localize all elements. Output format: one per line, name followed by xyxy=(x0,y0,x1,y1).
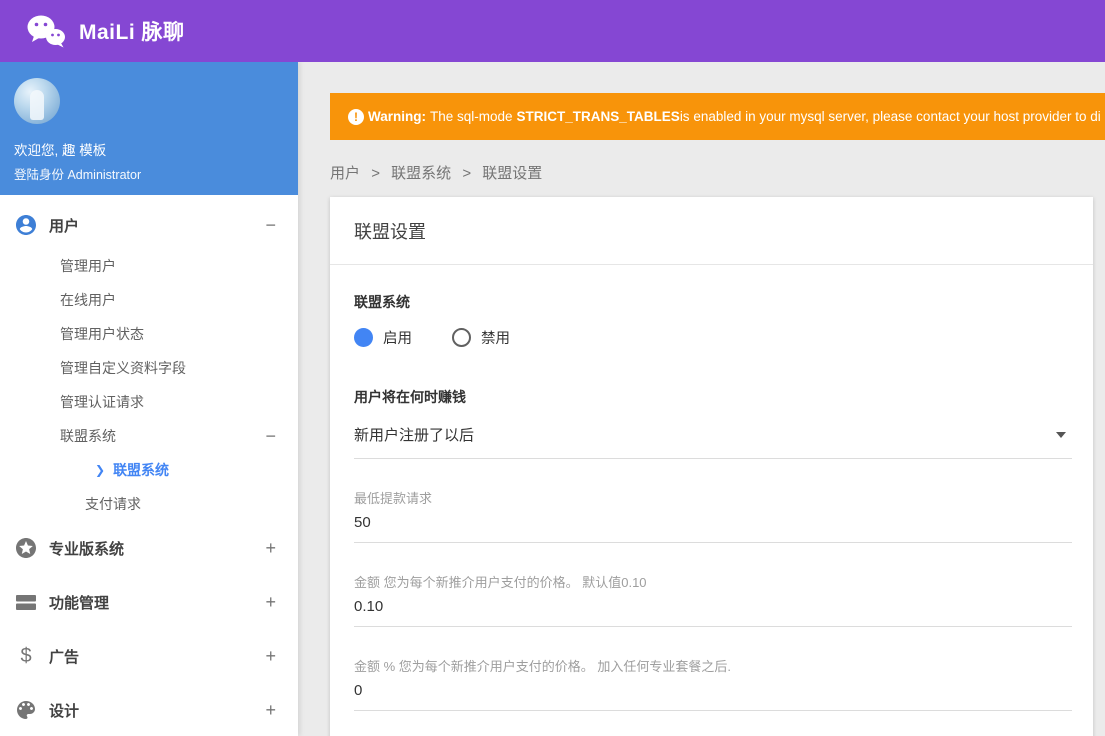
sidebar-item-pro-system[interactable]: 专业版系统 + xyxy=(0,521,298,575)
expand-icon[interactable]: + xyxy=(265,539,276,557)
collapse-icon[interactable]: − xyxy=(265,216,276,234)
radio-enable[interactable]: 启用 xyxy=(354,327,412,348)
amount-label: 金额 您为每个新推介用户支付的价格。 默认值0.10 xyxy=(354,575,647,590)
radio-selected-icon[interactable] xyxy=(354,328,373,347)
sidebar-subitem-label: 管理认证请求 xyxy=(60,394,144,410)
earn-when-label: 用户将在何时赚钱 xyxy=(354,389,466,405)
min-withdraw-label: 最低提款请求 xyxy=(354,491,433,506)
wechat-logo-icon xyxy=(27,15,65,48)
expand-icon[interactable]: + xyxy=(265,593,276,611)
sidebar-subitem-label: 管理用户 xyxy=(60,258,116,274)
app-title: MaiLi 脉聊 xyxy=(79,21,185,44)
avatar xyxy=(14,78,60,124)
sidebar-item-payment-requests[interactable]: 支付请求 xyxy=(0,487,298,521)
expand-icon[interactable]: + xyxy=(265,701,276,719)
breadcrumb: 用户 > 联盟系统 > 联盟设置 xyxy=(330,162,1105,183)
sidebar-item-label: 用户 xyxy=(49,217,80,235)
sidebar-item-custom-fields[interactable]: 管理自定义资料字段 xyxy=(0,351,298,385)
sidebar-item-manage-users[interactable]: 管理用户 xyxy=(0,249,298,283)
amount-pct-input[interactable] xyxy=(354,675,1072,711)
amount-pct-block: 金额 % 您为每个新推介用户支付的价格。 加入任何专业套餐之后. xyxy=(354,656,1072,711)
expand-icon[interactable]: + xyxy=(265,647,276,665)
login-role-text: 登陆身份 Administrator xyxy=(14,168,142,182)
sidebar-item-verification-requests[interactable]: 管理认证请求 xyxy=(0,385,298,419)
sidebar-item-ads[interactable]: $ 广告 + xyxy=(0,629,298,683)
sql-warning-banner: ! Warning: The sql-mode STRICT_TRANS_TAB… xyxy=(330,93,1105,140)
sidebar-item-label: 设计 xyxy=(49,702,80,720)
amount-input[interactable] xyxy=(354,591,1072,627)
dollar-icon: $ xyxy=(20,644,32,667)
breadcrumb-current: 联盟设置 xyxy=(482,165,543,182)
sidebar-subitem-label: 管理自定义资料字段 xyxy=(60,360,186,376)
star-circle-icon xyxy=(14,536,38,560)
amount-pct-label: 金额 % 您为每个新推介用户支付的价格。 加入任何专业套餐之后. xyxy=(354,659,732,674)
earn-when-select[interactable]: 新用户注册了以后 xyxy=(354,424,1072,459)
admin-page: MaiLi 脉聊 欢迎您, 趣 模板 登陆身份 Administrator 用户… xyxy=(0,0,1105,736)
affiliate-settings-card: 联盟设置 联盟系统 启用 禁用 用户将在何时赚钱 新用户注册了以后 最低提款请求… xyxy=(330,197,1093,736)
sidebar: 欢迎您, 趣 模板 登陆身份 Administrator 用户 − 管理用户 在… xyxy=(0,62,298,736)
breadcrumb-users[interactable]: 用户 xyxy=(330,165,360,182)
sidebar-item-label: 功能管理 xyxy=(49,594,110,612)
stacked-bars-icon xyxy=(14,590,38,614)
sidebar-subitem-label: 联盟系统 xyxy=(113,462,170,478)
sidebar-item-user-status[interactable]: 管理用户状态 xyxy=(0,317,298,351)
radio-enable-label: 启用 xyxy=(383,331,412,347)
amount-block: 金额 您为每个新推介用户支付的价格。 默认值0.10 xyxy=(354,572,1072,627)
sidebar-item-affiliate-system-active[interactable]: ❯ 联盟系统 xyxy=(0,453,298,487)
sidebar-item-online-users[interactable]: 在线用户 xyxy=(0,283,298,317)
welcome-text: 欢迎您, 趣 模板 xyxy=(14,143,107,158)
min-withdraw-input[interactable] xyxy=(354,507,1072,543)
palette-icon xyxy=(14,698,38,722)
breadcrumb-separator: > xyxy=(462,165,472,182)
sidebar-menu: 用户 − 管理用户 在线用户 管理用户状态 管理自定义资料字段 管理认证请求 联… xyxy=(0,195,298,736)
sidebar-item-users[interactable]: 用户 − xyxy=(0,201,298,249)
breadcrumb-affiliate-system[interactable]: 联盟系统 xyxy=(391,165,451,182)
warning-text: The sql-mode xyxy=(430,109,513,124)
sidebar-item-feature-management[interactable]: 功能管理 + xyxy=(0,575,298,629)
warning-text: is enabled in your mysql server, please … xyxy=(679,109,1101,124)
sidebar-item-affiliate-group[interactable]: 联盟系统 − xyxy=(0,419,298,453)
warning-icon: ! xyxy=(348,108,364,125)
sidebar-subitem-label: 管理用户状态 xyxy=(60,326,144,342)
sidebar-subitem-label: 联盟系统 xyxy=(60,428,116,444)
main-content: ! Warning: The sql-mode STRICT_TRANS_TAB… xyxy=(298,62,1105,736)
card-header: 联盟设置 xyxy=(330,197,1093,265)
card-body: 联盟系统 启用 禁用 用户将在何时赚钱 新用户注册了以后 最低提款请求 50 金… xyxy=(330,265,1093,736)
warning-label: Warning: xyxy=(368,109,426,124)
sidebar-subitem-label: 在线用户 xyxy=(60,292,116,308)
radio-disable-label: 禁用 xyxy=(481,331,510,347)
sidebar-item-design[interactable]: 设计 + xyxy=(0,683,298,736)
chevron-right-icon: ❯ xyxy=(95,463,106,477)
earn-when-value: 新用户注册了以后 xyxy=(354,427,475,444)
warning-sql-mode: STRICT_TRANS_TABLES xyxy=(516,109,680,124)
collapse-icon[interactable]: − xyxy=(265,427,276,445)
breadcrumb-separator: > xyxy=(371,165,380,182)
app-header: MaiLi 脉聊 xyxy=(0,0,1105,62)
radio-disable[interactable]: 禁用 xyxy=(452,327,510,348)
affiliate-radio-group: 启用 禁用 xyxy=(354,327,1072,348)
sidebar-user-panel: 欢迎您, 趣 模板 登陆身份 Administrator xyxy=(0,62,298,195)
sidebar-item-label: 广告 xyxy=(49,648,80,666)
user-circle-icon xyxy=(14,213,38,237)
earn-when-block: 用户将在何时赚钱 新用户注册了以后 xyxy=(354,387,1072,459)
affiliate-system-label: 联盟系统 xyxy=(354,294,410,310)
page-title: 联盟设置 xyxy=(354,222,426,242)
sidebar-subitem-label: 支付请求 xyxy=(85,496,141,512)
radio-unselected-icon[interactable] xyxy=(452,328,471,347)
caret-down-icon xyxy=(1056,431,1066,438)
min-withdraw-block: 最低提款请求 xyxy=(354,488,1072,543)
sidebar-item-label: 专业版系统 xyxy=(49,540,125,558)
